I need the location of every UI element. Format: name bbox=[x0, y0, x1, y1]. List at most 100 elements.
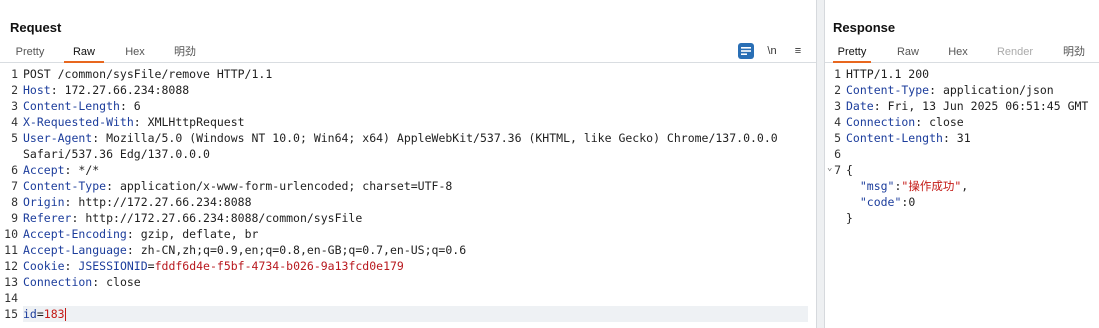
header-line: Content-Length: 31 bbox=[846, 131, 971, 145]
header-line: Accept: */* bbox=[23, 163, 100, 177]
newline-icon[interactable]: \n bbox=[764, 43, 780, 59]
line-number: 3 bbox=[11, 99, 18, 113]
header-line: Accept-Encoding: gzip, deflate, br bbox=[23, 227, 259, 241]
response-line-numbers: 1 2 3 4 5 6 7 bbox=[825, 66, 843, 178]
header-line: Date: Fri, 13 Jun 2025 06:51:45 GMT bbox=[846, 99, 1089, 113]
header-name: Host bbox=[23, 83, 51, 97]
line-number: 9 bbox=[11, 211, 18, 225]
header-value: close bbox=[106, 275, 141, 289]
request-tab-extension[interactable]: 明劲 bbox=[170, 44, 200, 63]
line-number: 5 bbox=[11, 131, 18, 145]
menu-icon[interactable]: ≡ bbox=[790, 43, 806, 59]
line-number: 10 bbox=[4, 227, 18, 241]
header-name: Origin bbox=[23, 195, 65, 209]
body-param-name: id bbox=[23, 307, 37, 321]
response-tabs: Pretty Raw Hex Render 明劲 bbox=[825, 42, 1099, 63]
header-value: http://172.27.66.234:8088/common/sysFile bbox=[85, 211, 363, 225]
header-name: Accept-Language bbox=[23, 243, 127, 257]
line-number: 12 bbox=[4, 259, 18, 273]
response-code: HTTP/1.1 200 Content-Type: application/j… bbox=[846, 66, 1099, 226]
cookie-line: Cookie: JSESSIONID=fddf6d4e-f5bf-4734-b0… bbox=[23, 259, 404, 273]
header-value: XMLHttpRequest bbox=[147, 115, 245, 129]
line-number bbox=[0, 146, 20, 162]
response-tab-extension[interactable]: 明劲 bbox=[1059, 44, 1089, 63]
line-number: 4 bbox=[11, 115, 18, 129]
header-value: Safari/537.36 Edg/137.0.0.0 bbox=[23, 147, 210, 161]
response-tab-hex[interactable]: Hex bbox=[945, 44, 971, 63]
line-number: 5 bbox=[834, 131, 841, 145]
header-value: 172.27.66.234:8088 bbox=[64, 83, 190, 97]
json-value: "操作成功" bbox=[901, 179, 962, 193]
response-tab-raw[interactable]: Raw bbox=[891, 44, 925, 63]
header-value: application/x-www-form-urlencoded; chars… bbox=[119, 179, 453, 193]
line-number: 4 bbox=[834, 115, 841, 129]
response-panel: Response Pretty Raw Hex Render 明劲 1 2 3 … bbox=[825, 0, 1099, 328]
header-line: Connection: close bbox=[846, 115, 964, 129]
line-number: 13 bbox=[4, 275, 18, 289]
response-editor[interactable]: 1 2 3 4 5 6 7 HTTP/1.1 200 Content-Type:… bbox=[825, 64, 1099, 328]
cookie-value: fddf6d4e-f5bf-4734-b026-9a13fcd0e179 bbox=[154, 259, 404, 273]
line-number: 1 bbox=[11, 67, 18, 81]
header-value: */* bbox=[78, 163, 100, 177]
request-tab-hex[interactable]: Hex bbox=[122, 44, 148, 63]
panel-divider[interactable] bbox=[816, 0, 825, 328]
header-line: Host: 172.27.66.234:8088 bbox=[23, 83, 190, 97]
request-title: Request bbox=[10, 20, 62, 35]
header-name: Content-Type bbox=[23, 179, 107, 193]
line-number: 11 bbox=[4, 243, 18, 257]
line-number: 3 bbox=[834, 99, 841, 113]
header-line: Content-Type: application/x-www-form-url… bbox=[23, 179, 453, 193]
header-name: Accept bbox=[23, 163, 65, 177]
body-line[interactable]: id=183 bbox=[23, 306, 808, 322]
request-line-numbers: 1 2 3 4 5 6 7 8 9 10 11 12 13 14 15 bbox=[0, 66, 20, 322]
header-name: Date bbox=[846, 99, 874, 113]
header-name: Content-Type bbox=[846, 83, 930, 97]
line-number: 8 bbox=[11, 195, 18, 209]
fold-chevron-icon[interactable]: ⌄ bbox=[827, 163, 832, 173]
header-line: Accept-Language: zh-CN,zh;q=0.9,en;q=0.8… bbox=[23, 243, 467, 257]
line-number: 15 bbox=[4, 307, 18, 321]
json-key: "code" bbox=[859, 195, 902, 209]
line-number: 6 bbox=[834, 147, 841, 161]
line-number: 2 bbox=[11, 83, 18, 97]
response-title: Response bbox=[833, 20, 896, 35]
json-open: { bbox=[846, 163, 853, 177]
json-line: "msg":"操作成功", bbox=[859, 179, 969, 193]
header-value: 31 bbox=[956, 131, 971, 145]
header-line: Content-Length: 6 bbox=[23, 99, 141, 113]
response-tab-render[interactable]: Render bbox=[995, 44, 1035, 63]
text-cursor bbox=[64, 308, 66, 321]
header-value: Mozilla/5.0 (Windows NT 10.0; Win64; x64… bbox=[106, 131, 778, 145]
header-value: http://172.27.66.234:8088 bbox=[78, 195, 252, 209]
request-line: POST /common/sysFile/remove HTTP/1.1 bbox=[23, 67, 273, 81]
header-line: Origin: http://172.27.66.234:8088 bbox=[23, 195, 252, 209]
header-line-continued: Safari/537.36 Edg/137.0.0.0 bbox=[23, 146, 808, 162]
request-tab-raw[interactable]: Raw bbox=[64, 44, 104, 63]
header-value: 6 bbox=[133, 99, 141, 113]
header-line: X-Requested-With: XMLHttpRequest bbox=[23, 115, 245, 129]
header-name: User-Agent bbox=[23, 131, 93, 145]
json-key: "msg" bbox=[859, 179, 895, 193]
request-tabs: Pretty Raw Hex 明劲 bbox=[0, 42, 816, 63]
wrap-icon[interactable] bbox=[738, 43, 754, 59]
line-number: 2 bbox=[834, 83, 841, 97]
header-name: Content-Length bbox=[846, 131, 943, 145]
header-name: Connection bbox=[23, 275, 93, 289]
json-value: 0 bbox=[908, 195, 916, 209]
request-editor[interactable]: 1 2 3 4 5 6 7 8 9 10 11 12 13 14 15 POST… bbox=[0, 64, 816, 328]
header-value: gzip, deflate, br bbox=[140, 227, 259, 241]
header-line: Connection: close bbox=[23, 275, 141, 289]
line-number: 6 bbox=[11, 163, 18, 177]
line-number: 7 bbox=[11, 179, 18, 193]
header-name: Cookie bbox=[23, 259, 65, 273]
response-tab-pretty[interactable]: Pretty bbox=[833, 44, 871, 63]
request-tab-pretty[interactable]: Pretty bbox=[14, 44, 46, 63]
header-name: X-Requested-With bbox=[23, 115, 134, 129]
header-value: zh-CN,zh;q=0.9,en;q=0.8,en-GB;q=0.7,en-U… bbox=[140, 243, 467, 257]
body-param-value: 183 bbox=[43, 307, 65, 321]
header-value: application/json bbox=[942, 83, 1054, 97]
header-name: Accept-Encoding bbox=[23, 227, 127, 241]
header-line: Referer: http://172.27.66.234:8088/commo… bbox=[23, 211, 363, 225]
